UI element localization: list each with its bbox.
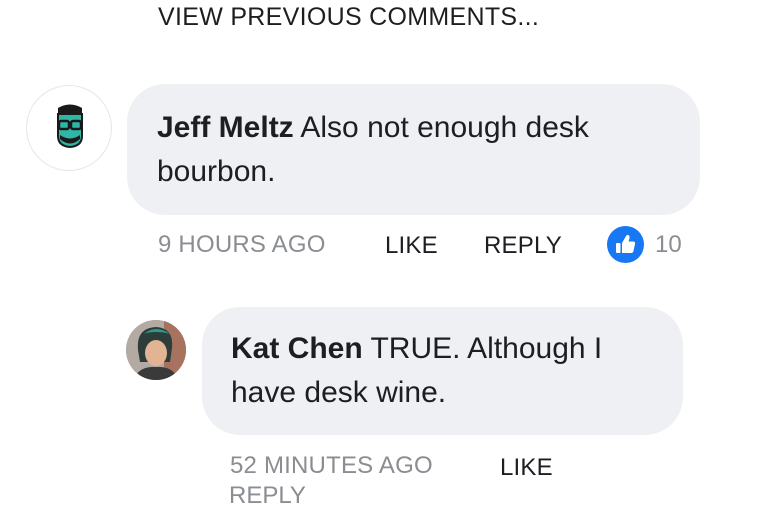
comment-timestamp[interactable]: 52 MINUTES AGO — [230, 452, 433, 480]
comment-author[interactable]: Kat Chen — [231, 332, 363, 365]
comment-bubble: Jeff Meltz Also not enough desk bourbon. — [127, 84, 700, 215]
comment-timestamp[interactable]: 9 HOURS AGO — [158, 231, 326, 259]
reply-button-partial[interactable]: REPLY — [229, 482, 306, 510]
avatar-kat-chen[interactable] — [126, 320, 186, 380]
like-button[interactable]: LIKE — [385, 232, 438, 260]
reply-button[interactable]: REPLY — [484, 232, 562, 260]
thumbs-up-icon — [616, 234, 636, 253]
avatar-jeff-meltz[interactable] — [26, 85, 112, 171]
comment-author[interactable]: Jeff Meltz — [157, 111, 294, 144]
comment-bubble: Kat Chen TRUE. Although I have desk wine… — [202, 307, 683, 435]
like-count[interactable]: 10 — [655, 231, 682, 259]
view-previous-comments-link[interactable]: VIEW PREVIOUS COMMENTS... — [158, 3, 539, 32]
cartoon-face-glasses-icon — [57, 104, 83, 149]
like-button[interactable]: LIKE — [500, 454, 553, 482]
user-photo-avatar — [126, 320, 186, 380]
like-reaction-icon[interactable] — [607, 226, 644, 263]
